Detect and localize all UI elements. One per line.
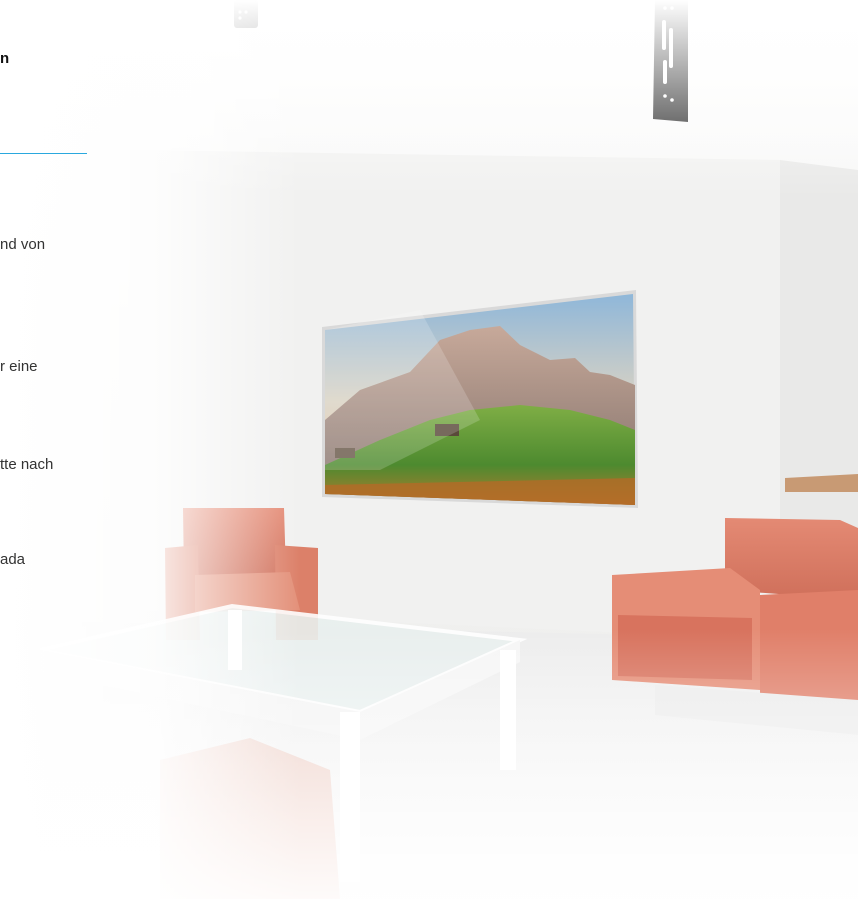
panel-text-line-4-overlay: ada <box>0 551 26 568</box>
text-panel-overlay: n nd von r eine tte nach ada <box>0 0 140 899</box>
panel-text-line-3-overlay: tte nach <box>0 456 54 473</box>
panel-text-line-2-overlay: r eine <box>0 358 38 375</box>
accent-divider-overlay <box>0 153 87 154</box>
product-page: n nd von r eine tte nach ada <box>0 0 858 899</box>
panel-heading-fragment-overlay: n <box>0 50 10 67</box>
panel-text-line-1-overlay: nd von <box>0 236 46 253</box>
